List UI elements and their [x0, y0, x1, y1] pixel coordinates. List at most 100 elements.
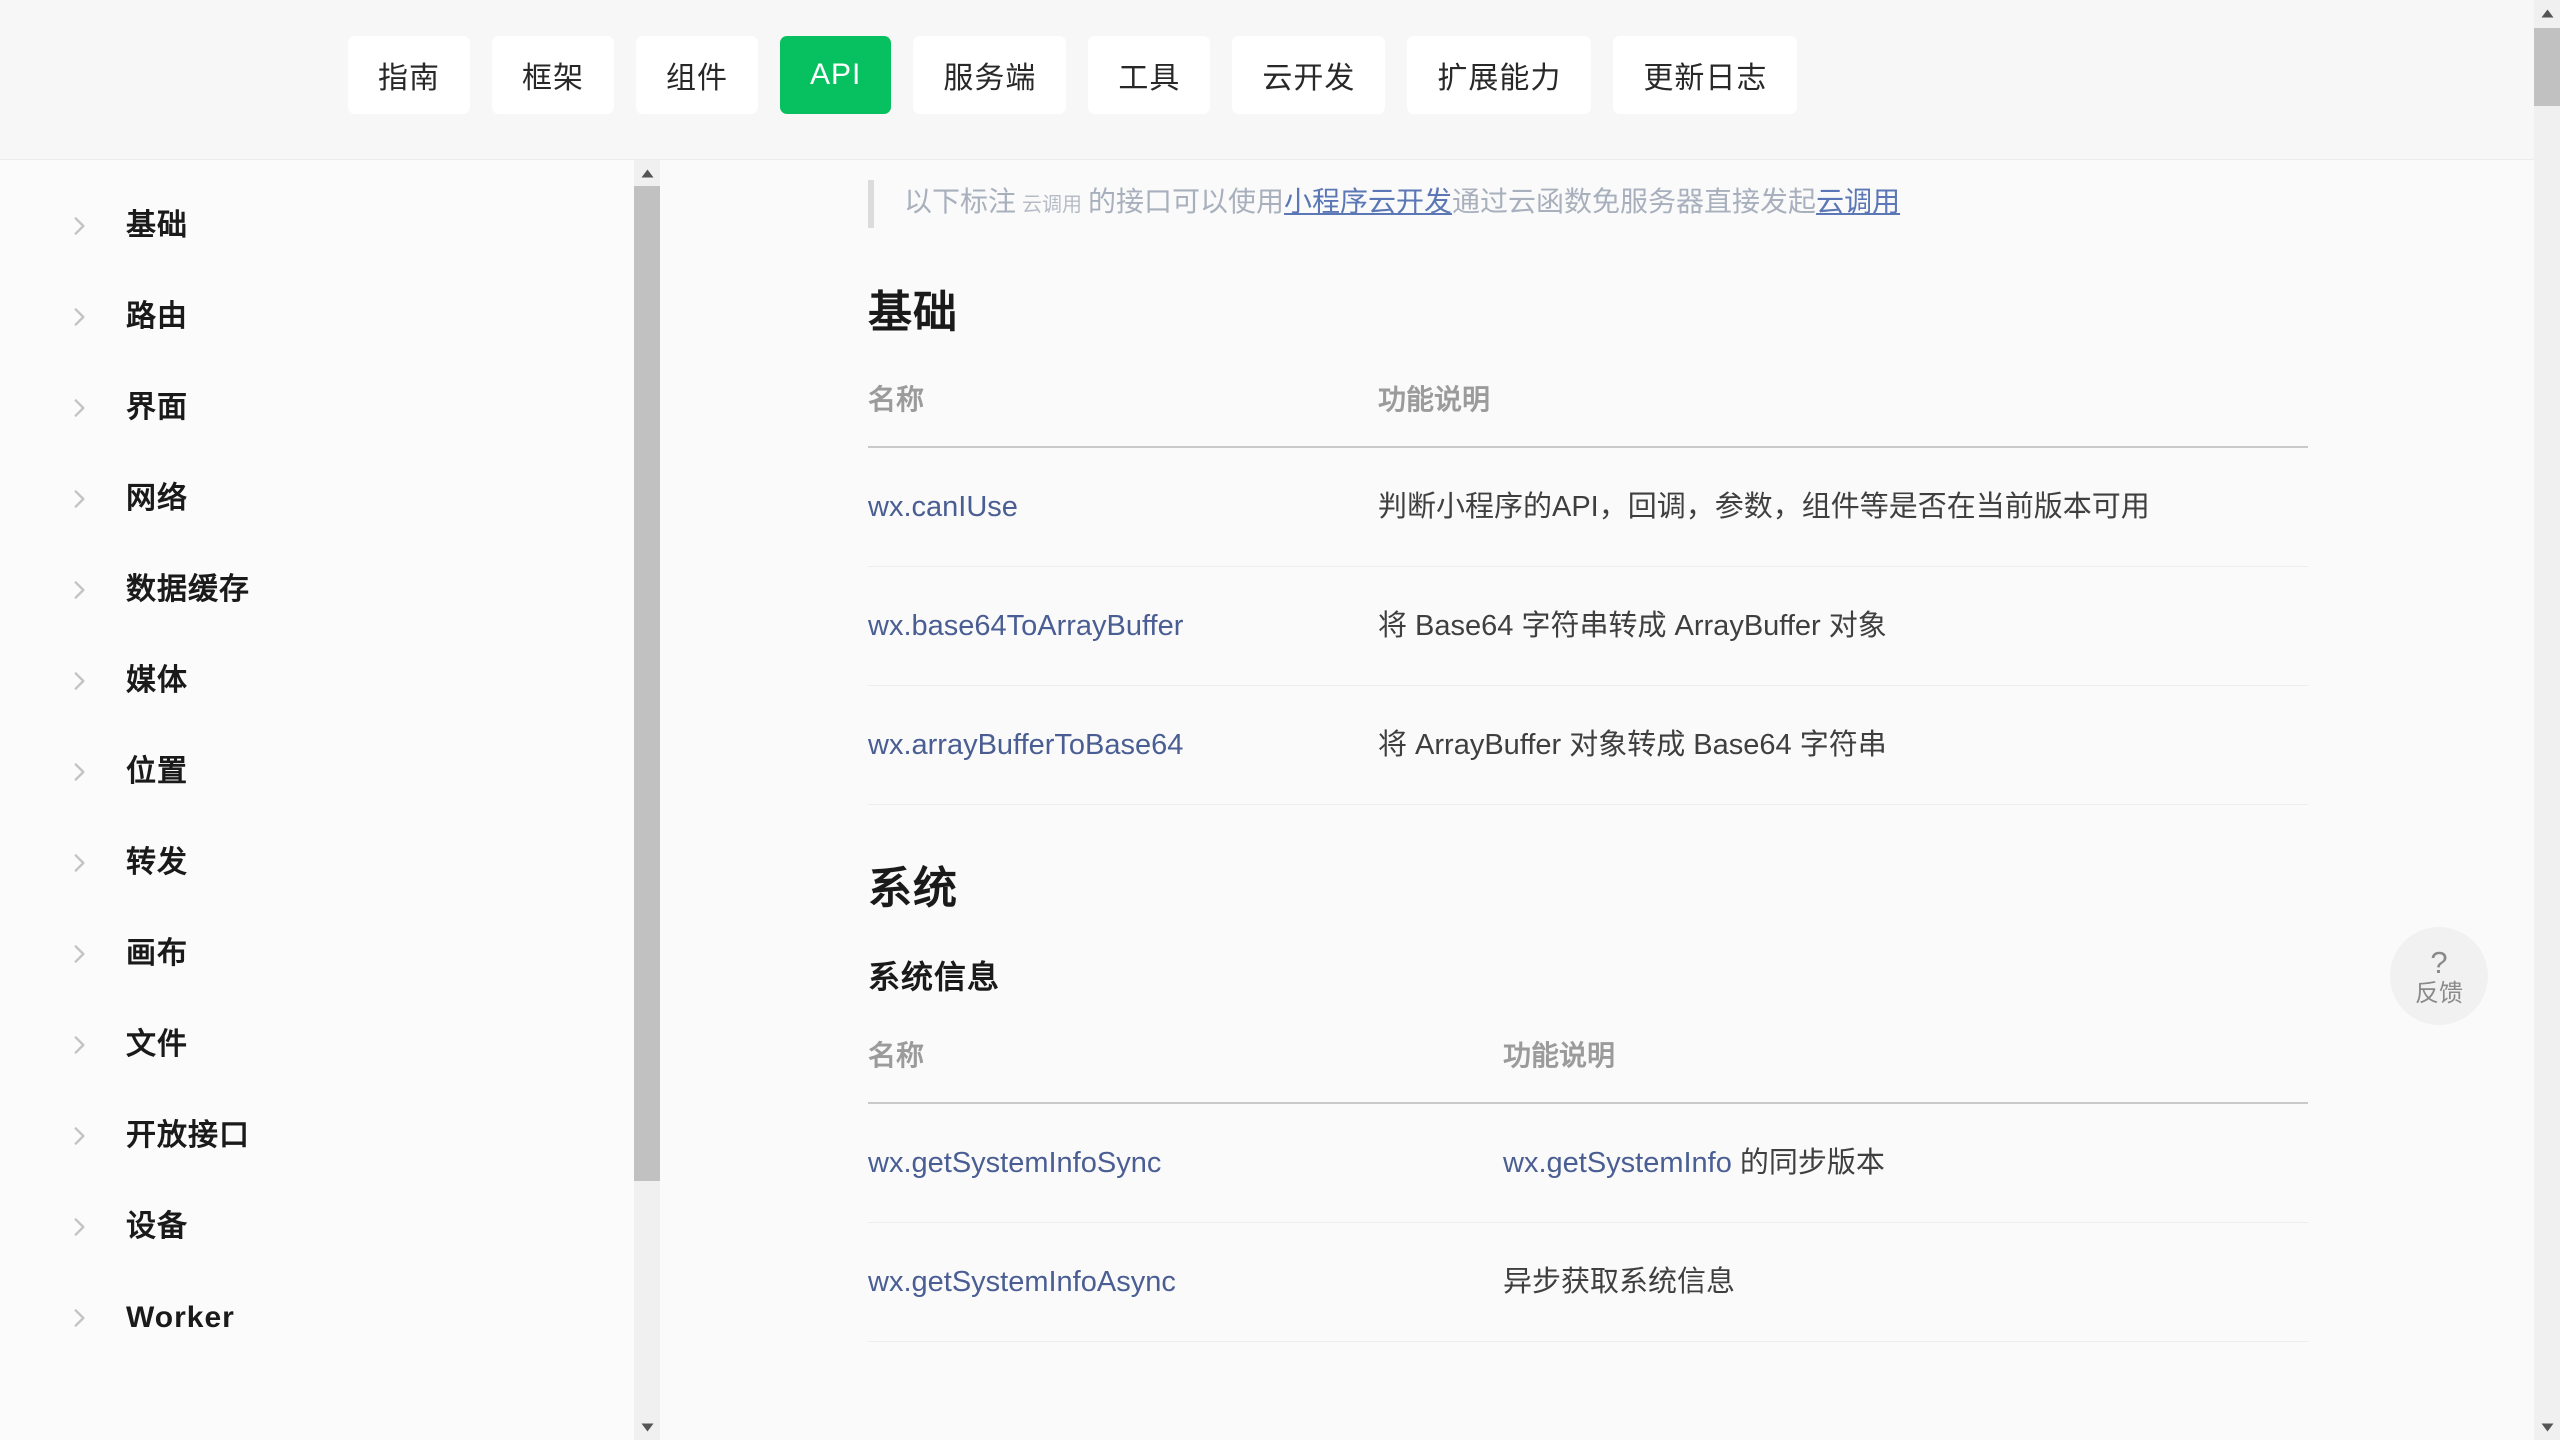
table-row: wx.getSystemInfoSync wx.getSystemInfo 的同… — [868, 1103, 2308, 1224]
api-link[interactable]: wx.arrayBufferToBase64 — [868, 729, 1183, 761]
sidebar-item-worker[interactable]: Worker — [0, 1272, 640, 1363]
api-name-cell: wx.base64ToArrayBuffer — [868, 566, 1378, 686]
sidebar-item-label: Worker — [126, 1300, 235, 1334]
sidebar-scrollbar[interactable] — [634, 160, 660, 1440]
nav-tab-framework[interactable]: 框架 — [492, 36, 614, 114]
nav-tab-label: 指南 — [378, 62, 440, 95]
sidebar-item-storage[interactable]: 数据缓存 — [0, 544, 640, 635]
chevron-right-icon — [66, 668, 92, 694]
table-row: wx.canIUse 判断小程序的API，回调，参数，组件等是否在当前版本可用 — [868, 446, 2308, 567]
content-pane: 以下标注 云调用 的接口可以使用小程序云开发通过云函数免服务器直接发起云调用 基础 … — [660, 160, 2520, 1440]
sidebar-item-label: 基础 — [126, 208, 188, 242]
nav-tab-label: 服务端 — [943, 62, 1037, 95]
nav-tab-label: 框架 — [522, 62, 584, 95]
cloud-call-note-text: 以下标注 云调用 的接口可以使用小程序云开发通过云函数免服务器直接发起云调用 — [904, 178, 1900, 229]
sidebar-item-label: 开放接口 — [126, 1118, 250, 1152]
sidebar-item-label: 媒体 — [126, 663, 188, 697]
api-link[interactable]: wx.base64ToArrayBuffer — [868, 610, 1183, 642]
sidebar-item-label: 网络 — [126, 481, 188, 515]
chevron-right-icon — [66, 941, 92, 967]
sidebar-item-forward[interactable]: 转发 — [0, 817, 640, 908]
note-middle2: 通过云函数免服务器直接发起 — [1452, 186, 1817, 217]
table-header-row: 名称 功能说明 — [868, 377, 2308, 448]
sidebar-item-canvas[interactable]: 画布 — [0, 908, 640, 999]
sidebar-item-interface[interactable]: 界面 — [0, 362, 640, 453]
chevron-right-icon — [66, 1305, 92, 1331]
note-prefix: 以下标注 — [904, 186, 1017, 217]
api-name-cell: wx.getSystemInfoAsync — [868, 1222, 1503, 1343]
nav-tab-cloud[interactable]: 云开发 — [1232, 36, 1386, 114]
nav-tab-extensions[interactable]: 扩展能力 — [1407, 36, 1592, 114]
column-header-name: 名称 — [868, 377, 1378, 448]
cloud-dev-link[interactable]: 小程序云开发 — [1284, 186, 1452, 217]
sidebar-item-route[interactable]: 路由 — [0, 271, 640, 362]
nav-tab-label: 云开发 — [1262, 62, 1356, 95]
chevron-right-icon — [66, 1032, 92, 1058]
nav-tab-api[interactable]: API — [780, 36, 892, 114]
cloud-call-link[interactable]: 云调用 — [1816, 186, 1900, 217]
sidebar-item-label: 位置 — [126, 754, 188, 788]
sidebar-item-device[interactable]: 设备 — [0, 1181, 640, 1272]
sidebar-item-basic[interactable]: 基础 — [0, 180, 640, 271]
chevron-right-icon — [66, 577, 92, 603]
table-row: wx.base64ToArrayBuffer 将 Base64 字符串转成 Ar… — [868, 566, 2308, 686]
page-scroll-up-arrow-icon[interactable] — [2534, 0, 2560, 26]
feedback-button[interactable]: ? 反馈 — [2390, 927, 2488, 1025]
feedback-label: 反馈 — [2415, 979, 2463, 1007]
api-description-cell: 将 ArrayBuffer 对象转成 Base64 字符串 — [1378, 685, 2308, 805]
sidebar-item-label: 文件 — [126, 1027, 188, 1061]
chevron-right-icon — [66, 759, 92, 785]
cloud-call-tag: 云调用 — [1022, 194, 1083, 216]
chevron-right-icon — [66, 486, 92, 512]
api-table-basic: 名称 功能说明 wx.canIUse 判断小程序的API，回调，参数，组件等是否… — [868, 377, 2308, 805]
sidebar-item-media[interactable]: 媒体 — [0, 635, 640, 726]
scroll-up-arrow-icon[interactable] — [634, 160, 660, 186]
question-mark-icon: ? — [2430, 944, 2448, 980]
sidebar-item-label: 设备 — [126, 1209, 188, 1243]
api-description-text: 的同步版本 — [1731, 1147, 1885, 1180]
nav-tab-changelog[interactable]: 更新日志 — [1613, 36, 1798, 114]
nav-tab-components[interactable]: 组件 — [636, 36, 758, 114]
chevron-right-icon — [66, 850, 92, 876]
chevron-right-icon — [66, 395, 92, 421]
sidebar-item-file[interactable]: 文件 — [0, 999, 640, 1090]
nav-tab-label: 组件 — [666, 62, 728, 95]
sidebar-item-location[interactable]: 位置 — [0, 726, 640, 817]
api-link[interactable]: wx.getSystemInfoAsync — [868, 1266, 1176, 1298]
api-link[interactable]: wx.getSystemInfoSync — [868, 1147, 1161, 1179]
nav-tab-guide[interactable]: 指南 — [348, 36, 470, 114]
sidebar-item-network[interactable]: 网络 — [0, 453, 640, 544]
nav-tab-label: 更新日志 — [1643, 62, 1768, 95]
top-navigation-bar: 指南 框架 组件 API 服务端 工具 云开发 扩展能力 更新日志 — [0, 0, 2560, 160]
sidebar-item-open-api[interactable]: 开放接口 — [0, 1090, 640, 1181]
sidebar-navigation: 基础 路由 界面 网络 数据缓存 媒体 位置 转发 画布 文件 开放接口 设备 … — [0, 160, 660, 1440]
chevron-right-icon — [66, 1123, 92, 1149]
api-description-cell: wx.getSystemInfo 的同步版本 — [1503, 1103, 2308, 1224]
api-table-system-info: 名称 功能说明 wx.getSystemInfoSync wx.getSyste… — [868, 1034, 2308, 1343]
api-description-cell: 将 Base64 字符串转成 ArrayBuffer 对象 — [1378, 566, 2308, 686]
nav-tab-server[interactable]: 服务端 — [913, 36, 1067, 114]
column-header-description: 功能说明 — [1503, 1034, 2308, 1105]
nav-tab-tools[interactable]: 工具 — [1088, 36, 1211, 114]
column-header-description: 功能说明 — [1378, 377, 2308, 448]
api-name-cell: wx.canIUse — [868, 446, 1378, 567]
nav-tab-list: 指南 框架 组件 API 服务端 工具 云开发 扩展能力 更新日志 — [348, 36, 1798, 114]
sidebar-scrollbar-thumb[interactable] — [634, 186, 660, 1181]
nav-tab-label: 工具 — [1118, 62, 1181, 95]
api-link[interactable]: wx.canIUse — [868, 491, 1018, 523]
scroll-down-arrow-icon[interactable] — [634, 1414, 660, 1440]
page-root: 指南 框架 组件 API 服务端 工具 云开发 扩展能力 更新日志 基础 路由 — [0, 0, 2560, 1440]
column-header-name: 名称 — [868, 1034, 1503, 1105]
sidebar-item-label: 转发 — [126, 845, 188, 879]
cloud-call-note: 以下标注 云调用 的接口可以使用小程序云开发通过云函数免服务器直接发起云调用 — [868, 178, 2520, 229]
table-header-row: 名称 功能说明 — [868, 1034, 2308, 1105]
api-description-cell: 异步获取系统信息 — [1503, 1222, 2308, 1343]
chevron-right-icon — [66, 304, 92, 330]
table-row: wx.arrayBufferToBase64 将 ArrayBuffer 对象转… — [868, 685, 2308, 805]
api-inline-link[interactable]: wx.getSystemInfo — [1503, 1147, 1732, 1179]
page-scrollbar-thumb[interactable] — [2534, 28, 2560, 106]
page-scrollbar[interactable] — [2534, 0, 2560, 1440]
page-scroll-down-arrow-icon[interactable] — [2534, 1414, 2560, 1440]
table-row: wx.getSystemInfoAsync 异步获取系统信息 — [868, 1222, 2308, 1343]
section-heading-system: 系统 — [868, 863, 958, 913]
